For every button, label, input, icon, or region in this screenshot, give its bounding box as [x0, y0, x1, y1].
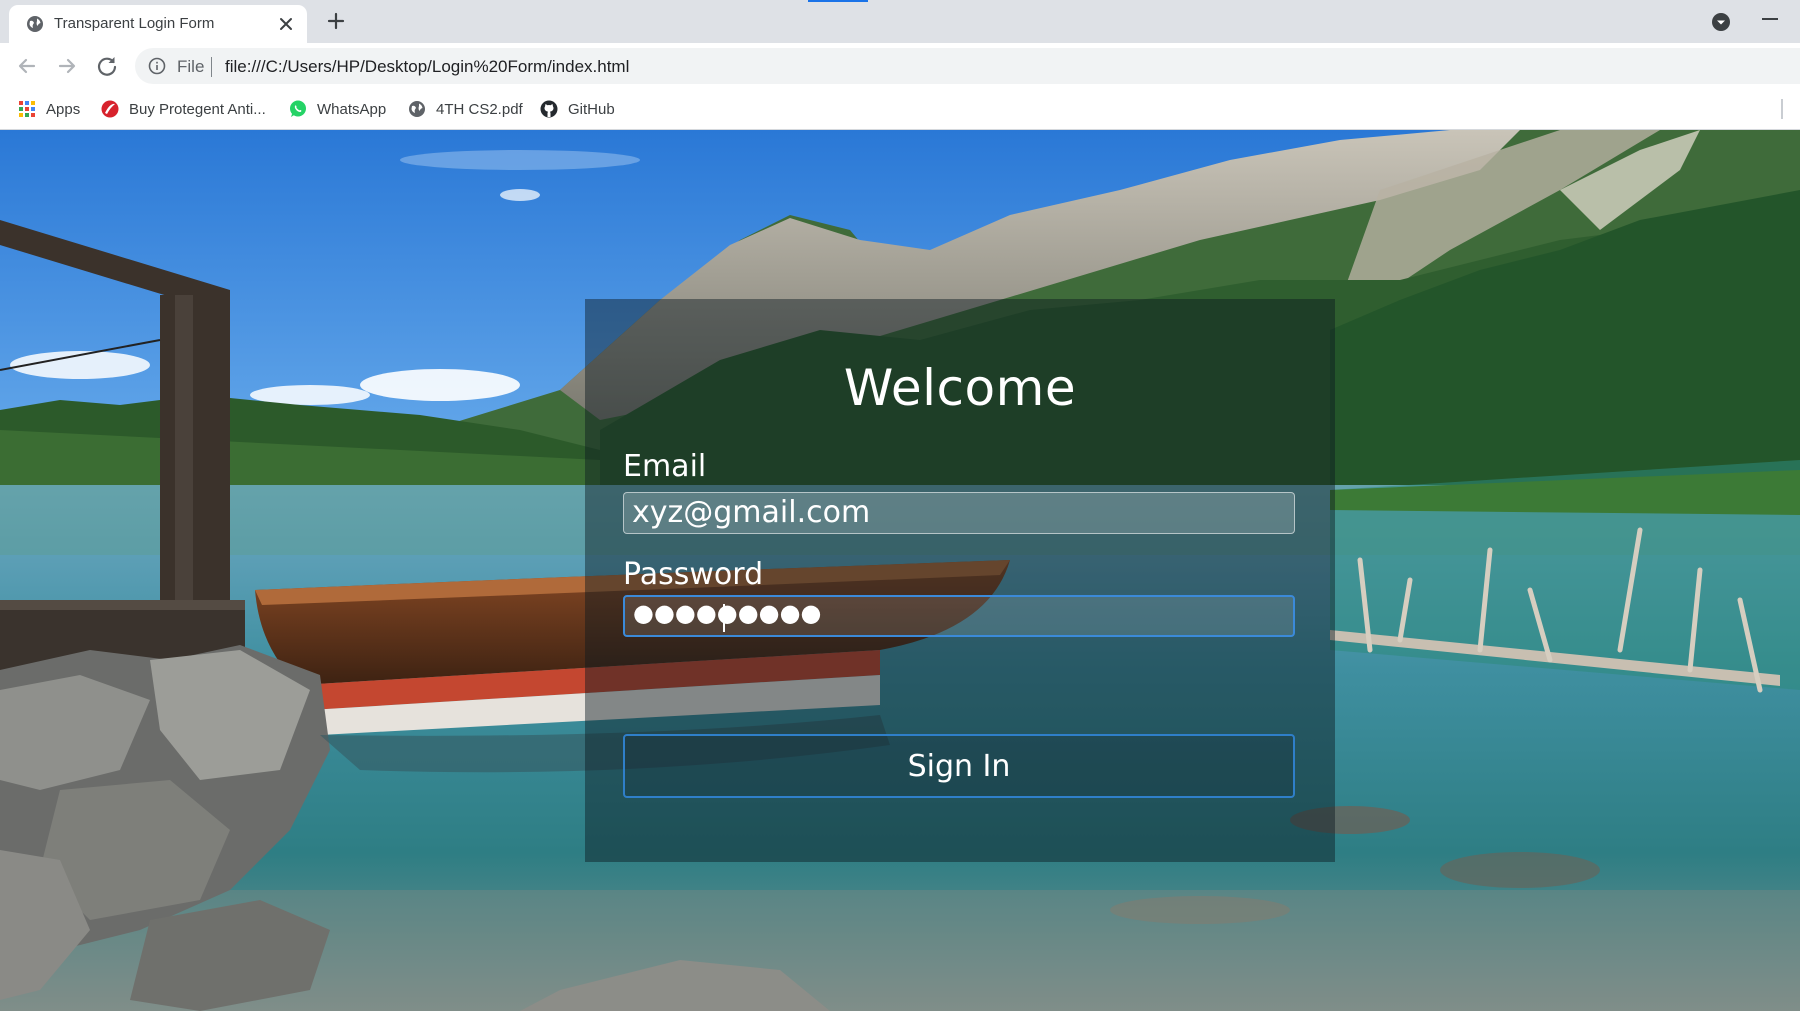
page-viewport: Welcome Email xyz@gmail.com Password ●●●… [0, 130, 1800, 1011]
bookmark-whatsapp[interactable]: WhatsApp [289, 89, 386, 129]
tab-title: Transparent Login Form [54, 15, 215, 32]
bookmark-label: Apps [46, 100, 81, 118]
password-field[interactable]: ●●●●●●●●● [623, 595, 1295, 637]
sign-in-button[interactable]: Sign In [623, 734, 1295, 798]
text-caret [723, 604, 725, 632]
bookmark-protegent[interactable]: Buy Protegent Anti... [101, 89, 266, 129]
forward-arrow-icon[interactable] [54, 53, 80, 79]
globe-icon [409, 101, 425, 117]
bookmark-github[interactable]: GitHub [540, 89, 615, 129]
close-icon[interactable] [278, 16, 294, 32]
email-value: xyz@gmail.com [632, 495, 871, 530]
back-arrow-icon[interactable] [14, 53, 40, 79]
url-text[interactable]: file:///C:/Users/HP/Desktop/Login%20Form… [225, 57, 629, 77]
bookmark-label: 4TH CS2.pdf [436, 100, 523, 118]
email-label: Email [623, 449, 707, 484]
bookmark-label: GitHub [568, 100, 615, 118]
bookmark-label: WhatsApp [317, 100, 387, 118]
login-card: Welcome Email xyz@gmail.com Password ●●●… [585, 299, 1335, 862]
bookmark-apps[interactable]: Apps [18, 89, 80, 129]
reload-icon[interactable] [94, 53, 120, 79]
minimize-button[interactable] [1762, 18, 1778, 20]
welcome-heading: Welcome [843, 359, 1077, 417]
bookmarks-bar: Apps Buy Protegent Anti... WhatsApp 4TH … [0, 89, 1800, 130]
address-bar[interactable]: File file:///C:/Users/HP/Desktop/Login%2… [135, 48, 1800, 84]
tab-search-icon[interactable] [1711, 12, 1731, 32]
scheme-label: File [177, 57, 205, 76]
bookmark-label: Buy Protegent Anti... [129, 100, 266, 118]
apps-grid-icon [19, 101, 35, 117]
password-value: ●●●●●●●●● [633, 599, 822, 627]
protegent-icon [101, 100, 119, 118]
bookmark-pdf[interactable]: 4TH CS2.pdf [408, 89, 523, 129]
tab-strip: Transparent Login Form [0, 0, 1800, 43]
bookmark-overflow[interactable] [1781, 99, 1783, 119]
browser-toolbar: File file:///C:/Users/HP/Desktop/Login%2… [0, 43, 1800, 89]
loading-indicator [808, 0, 868, 2]
password-label: Password [623, 557, 764, 592]
url-divider [211, 57, 212, 77]
github-icon [540, 100, 558, 118]
whatsapp-icon [290, 100, 306, 117]
email-field[interactable]: xyz@gmail.com [623, 492, 1295, 534]
info-icon[interactable] [148, 57, 166, 75]
globe-icon [27, 16, 43, 32]
tab-active[interactable]: Transparent Login Form [9, 5, 307, 43]
plus-icon[interactable] [326, 11, 346, 31]
